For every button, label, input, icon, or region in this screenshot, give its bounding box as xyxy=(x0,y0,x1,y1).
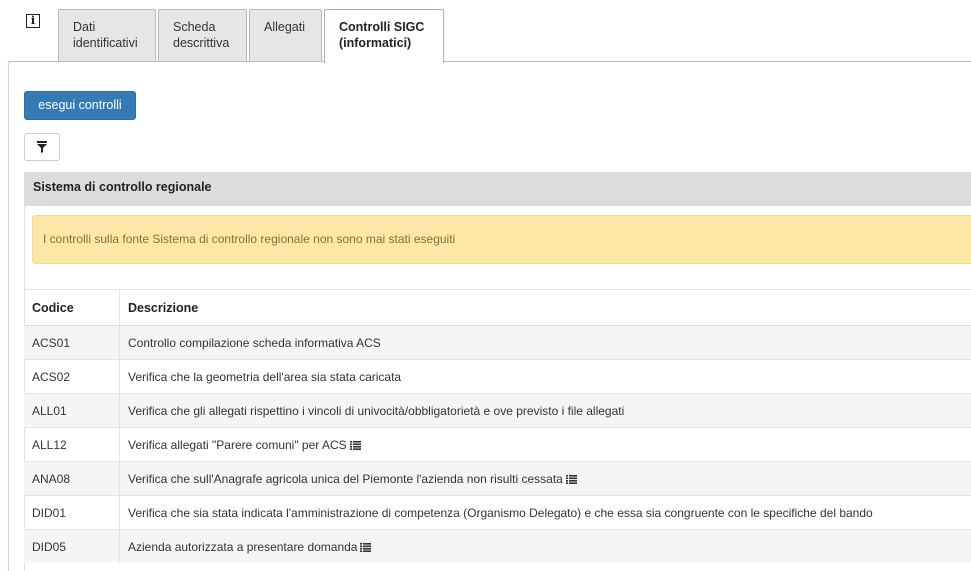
table-header-row: Codice Descrizione xyxy=(24,289,971,326)
row-code: ALL12 xyxy=(24,427,120,462)
row-description: Verifica che la geometria dell'area sia … xyxy=(119,359,971,394)
tab-label: descrittiva xyxy=(173,36,230,50)
controls-table: Codice Descrizione ACS01 Controllo compi… xyxy=(24,289,971,563)
row-description: Verifica allegati "Parere comuni" per AC… xyxy=(119,427,971,462)
filter-button[interactable] xyxy=(24,133,60,161)
list-icon[interactable] xyxy=(349,440,361,450)
row-description: Verifica che gli allegati rispettino i v… xyxy=(119,393,971,428)
tab-allegati[interactable]: Allegati xyxy=(249,9,322,62)
tab-label: (informatici) xyxy=(339,36,412,50)
row-description: Controllo compilazione scheda informativ… xyxy=(119,325,971,360)
table-row: ALL12 Verifica allegati "Parere comuni" … xyxy=(24,427,971,462)
row-description-text: Verifica che la geometria dell'area sia … xyxy=(128,369,402,384)
tab-dati-identificativi[interactable]: Dati identificativi xyxy=(58,9,156,62)
tab-label: Allegati xyxy=(264,20,305,34)
content-border xyxy=(8,61,9,571)
row-description: Verifica che sull'Anagrafe agricola unic… xyxy=(119,461,971,496)
tab-label: Controlli SIGC xyxy=(339,20,425,34)
table-row: ALL01 Verifica che gli allegati rispetti… xyxy=(24,393,971,428)
info-icon[interactable]: i xyxy=(26,14,40,28)
row-description-text: Verifica che gli allegati rispettino i v… xyxy=(128,403,625,418)
warning-alert: I controlli sulla fonte Sistema di contr… xyxy=(32,215,971,264)
row-description-text: Controllo compilazione scheda informativ… xyxy=(128,335,381,350)
row-description-text: Verifica che sull'Anagrafe agricola unic… xyxy=(128,471,563,486)
row-description: Verifica che sia stata indicata l'ammini… xyxy=(119,495,971,530)
table-row: DID01 Verifica che sia stata indicata l'… xyxy=(24,495,971,530)
tab-label: Scheda xyxy=(173,20,216,34)
table-row: ACS01 Controllo compilazione scheda info… xyxy=(24,325,971,360)
column-header-code[interactable]: Codice xyxy=(24,289,120,326)
column-header-description[interactable]: Descrizione xyxy=(119,289,971,326)
row-code: ACS01 xyxy=(24,325,120,360)
tab-divider xyxy=(8,61,971,62)
run-checks-button[interactable]: esegui controlli xyxy=(24,91,136,120)
table-row: ACS02 Verifica che la geometria dell'are… xyxy=(24,359,971,394)
panel-title: Sistema di controllo regionale xyxy=(24,172,971,206)
row-description-text: Verifica allegati "Parere comuni" per AC… xyxy=(128,437,347,452)
row-code: DID01 xyxy=(24,495,120,530)
list-icon[interactable] xyxy=(565,474,577,484)
table-row: DID05 Azienda autorizzata a presentare d… xyxy=(24,529,971,563)
table-row: ANA08 Verifica che sull'Anagrafe agricol… xyxy=(24,461,971,496)
tab-controlli-sigc[interactable]: Controlli SIGC (informatici) xyxy=(324,9,444,63)
row-code: ACS02 xyxy=(24,359,120,394)
row-description-text: Azienda autorizzata a presentare domanda xyxy=(128,539,358,554)
row-description-text: Verifica che sia stata indicata l'ammini… xyxy=(128,505,873,520)
tab-scheda-descrittiva[interactable]: Scheda descrittiva xyxy=(158,9,247,62)
tab-label: Dati xyxy=(73,20,96,34)
row-description: Azienda autorizzata a presentare domanda xyxy=(119,529,971,563)
tab-label: identificativi xyxy=(73,36,138,50)
filter-icon xyxy=(37,141,47,153)
row-code: DID05 xyxy=(24,529,120,563)
row-code: ANA08 xyxy=(24,461,120,496)
row-code: ALL01 xyxy=(24,393,120,428)
list-icon[interactable] xyxy=(360,542,372,552)
